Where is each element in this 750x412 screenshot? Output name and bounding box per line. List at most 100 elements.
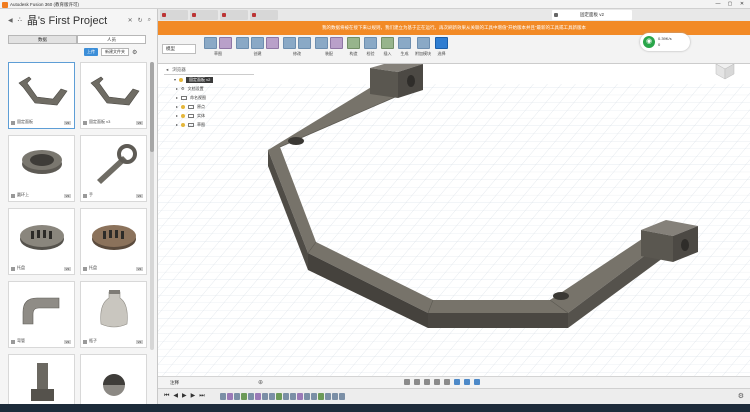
new-component-icon[interactable]: [315, 37, 328, 49]
select-cursor-icon[interactable]: [435, 37, 448, 49]
viewports-icon[interactable]: [474, 379, 480, 385]
step-forward-icon[interactable]: ▶: [191, 393, 196, 400]
timeline-feature[interactable]: [297, 393, 303, 400]
joint-icon[interactable]: [330, 37, 343, 49]
step-back-icon[interactable]: ◀: [173, 393, 178, 400]
timeline-feature[interactable]: [220, 393, 226, 400]
timeline-feature[interactable]: [234, 393, 240, 400]
timeline-feature[interactable]: [269, 393, 275, 400]
toolbar-group-assemble[interactable]: 装配: [315, 37, 343, 57]
go-to-start-icon[interactable]: ⏮: [164, 393, 169, 400]
file-thumbnail[interactable]: 固定面板 V2: [8, 62, 75, 129]
box-icon[interactable]: [266, 37, 279, 49]
browser-tab[interactable]: [160, 10, 188, 20]
tab-data[interactable]: 数据: [8, 35, 77, 44]
stop-sketch-icon[interactable]: [219, 37, 232, 49]
orbit-icon[interactable]: [404, 379, 410, 385]
visibility-bulb-icon[interactable]: [181, 113, 186, 118]
new-folder-button[interactable]: 新建文件夹: [101, 48, 129, 56]
expand-arrow-icon[interactable]: ▸: [176, 95, 178, 100]
timeline-gear-icon[interactable]: ⚙: [738, 392, 744, 400]
workspace-dropdown[interactable]: 模型: [162, 44, 196, 54]
timeline-feature[interactable]: [227, 393, 233, 400]
insert-image-icon[interactable]: [381, 37, 394, 49]
press-pull-icon[interactable]: [283, 37, 296, 49]
file-thumbnail[interactable]: 弯管 V1: [8, 281, 75, 348]
canvas-viewport[interactable]: ◂ 浏览器 ▾ 固定面板 v2 ▸ ⚙ 文档设置 ▸ 命名视图 ▸ 原点 ▸ 实…: [158, 64, 750, 376]
scripts-icon[interactable]: [416, 37, 430, 49]
active-document-tab[interactable]: 固定面板 v2: [552, 10, 632, 20]
play-icon[interactable]: ▶: [182, 393, 187, 400]
timeline-feature[interactable]: [255, 393, 261, 400]
project-home-icon[interactable]: ⛬: [18, 17, 22, 24]
toolbar-group-create[interactable]: 创建: [236, 37, 279, 57]
file-thumbnail[interactable]: 托盘 V1: [80, 208, 147, 275]
grid-settings-icon[interactable]: [464, 379, 470, 385]
timeline-feature[interactable]: [325, 393, 331, 400]
browser-item[interactable]: ▸ ⚙ 文档设置: [164, 84, 254, 93]
browser-item[interactable]: ▸ 草图: [164, 120, 254, 129]
timeline-feature[interactable]: [304, 393, 310, 400]
timeline-feature[interactable]: [262, 393, 268, 400]
extrude-icon[interactable]: [236, 37, 249, 49]
create-sketch-icon[interactable]: [204, 37, 217, 49]
file-thumbnail[interactable]: 固定面板 v3 V3: [80, 62, 147, 129]
browser-item[interactable]: ▸ 原点: [164, 102, 254, 111]
toolbar-group-insert[interactable]: 插入: [381, 37, 394, 57]
file-thumbnail[interactable]: 瓶子 V1: [80, 281, 147, 348]
refresh-icon[interactable]: ↻: [138, 17, 143, 24]
timeline-feature[interactable]: [318, 393, 324, 400]
visibility-bulb-icon[interactable]: [181, 104, 186, 109]
timeline-feature[interactable]: [276, 393, 282, 400]
zoom-icon[interactable]: [434, 379, 440, 385]
visibility-bulb-icon[interactable]: [179, 77, 184, 82]
gear-icon[interactable]: ⚙: [132, 49, 137, 56]
browser-item[interactable]: ▸ 命名视图: [164, 93, 254, 102]
offset-plane-icon[interactable]: [347, 37, 360, 49]
measure-icon[interactable]: [364, 37, 377, 49]
browser-tab[interactable]: [190, 10, 218, 20]
expand-arrow-icon[interactable]: ▸: [176, 104, 178, 109]
browser-tab[interactable]: [220, 10, 248, 20]
timeline-feature[interactable]: [290, 393, 296, 400]
back-arrow-icon[interactable]: ◀: [8, 17, 13, 24]
toolbar-group-inspect[interactable]: 检验: [364, 37, 377, 57]
close-button[interactable]: ✕: [738, 1, 746, 7]
collapse-icon[interactable]: ◂: [166, 67, 168, 73]
fillet-icon[interactable]: [298, 37, 311, 49]
expand-arrow-icon[interactable]: ▸: [176, 86, 178, 91]
timeline-feature[interactable]: [283, 393, 289, 400]
view-cube[interactable]: [712, 64, 738, 82]
look-at-icon[interactable]: [414, 379, 420, 385]
revolve-icon[interactable]: [251, 37, 264, 49]
toolbar-group-modify[interactable]: 修改: [283, 37, 311, 57]
expand-arrow-icon[interactable]: ▸: [176, 122, 178, 127]
browser-root[interactable]: ▾ 固定面板 v2: [164, 75, 254, 84]
timeline-feature[interactable]: [332, 393, 338, 400]
close-panel-icon[interactable]: ✕: [128, 17, 133, 24]
browser-item[interactable]: ▸ 实体: [164, 111, 254, 120]
3d-print-icon[interactable]: [398, 37, 411, 49]
file-thumbnail[interactable]: 手 V1: [80, 135, 147, 202]
file-thumbnail[interactable]: 托盘 V1: [8, 208, 75, 275]
display-settings-icon[interactable]: [454, 379, 460, 385]
toolbar-group-addins[interactable]: 附加模块: [415, 37, 431, 57]
file-thumbnail[interactable]: 圆环上 V1: [8, 135, 75, 202]
expand-arrow-icon[interactable]: ▾: [174, 77, 176, 82]
visibility-bulb-icon[interactable]: [181, 122, 186, 127]
minimize-button[interactable]: —: [714, 1, 722, 7]
upload-button[interactable]: 上传: [84, 48, 98, 56]
maximize-button[interactable]: ▢: [726, 1, 734, 7]
timeline-feature[interactable]: [248, 393, 254, 400]
timeline-feature[interactable]: [339, 393, 345, 400]
toolbar-group-select[interactable]: 选择: [435, 37, 448, 57]
browser-tab[interactable]: [250, 10, 278, 20]
timeline-feature[interactable]: [241, 393, 247, 400]
scrollbar-thumb[interactable]: [150, 62, 154, 152]
add-comment-icon[interactable]: ⊕: [258, 379, 263, 386]
search-icon[interactable]: ⌕: [148, 17, 151, 24]
toolbar-group-construct[interactable]: 构造: [347, 37, 360, 57]
pan-icon[interactable]: [424, 379, 430, 385]
timeline-feature[interactable]: [311, 393, 317, 400]
toolbar-group-sketch[interactable]: 草图: [204, 37, 232, 57]
